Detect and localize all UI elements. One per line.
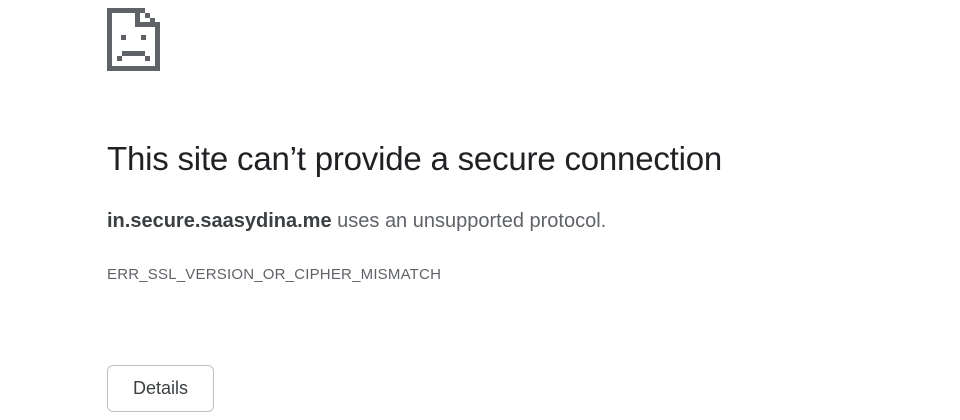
sad-document-icon <box>107 8 160 71</box>
error-code: ERR_SSL_VERSION_OR_CIPHER_MISMATCH <box>107 266 442 283</box>
error-title: This site can’t provide a secure connect… <box>107 140 723 177</box>
error-message: in.secure.saasydina.me uses an unsupport… <box>107 210 606 233</box>
host-name: in.secure.saasydina.me <box>107 210 332 232</box>
details-button[interactable]: Details <box>107 365 214 412</box>
error-message-text: uses an unsupported protocol. <box>331 210 607 232</box>
error-page: This site can’t provide a secure connect… <box>0 0 960 420</box>
